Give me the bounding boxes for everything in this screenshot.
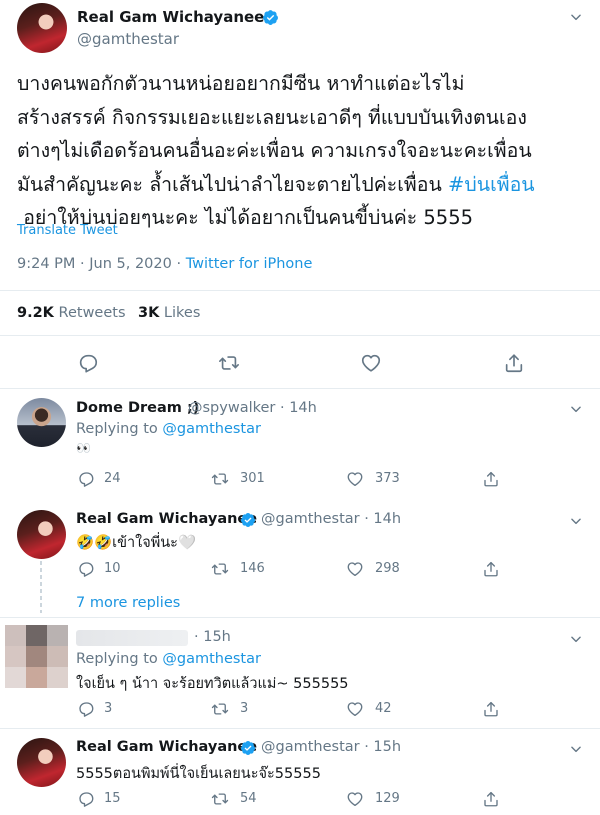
blurred-author-name (76, 630, 188, 646)
reply-text: ใจเย็น ๆ น้าา จะร้อยทวิตแล้วแม่~ 555555 (76, 676, 349, 692)
reply-author-handle[interactable]: @gamthestar · 15h (261, 739, 401, 755)
thread-connector (40, 561, 42, 613)
retweet-icon[interactable] (218, 352, 240, 374)
reply-count: 15 (104, 791, 121, 806)
share-icon[interactable] (482, 790, 500, 808)
like-count: 42 (375, 701, 392, 716)
like-count: 129 (375, 791, 400, 806)
show-more-replies-link[interactable]: 7 more replies (76, 595, 180, 611)
reply-author-name[interactable]: Real Gam Wichayanee (76, 739, 257, 755)
replying-to-prefix: Replying to (76, 421, 163, 437)
likes-stat[interactable]: 3K Likes (138, 305, 200, 321)
retweet-count: 301 (240, 471, 265, 486)
reply-icon[interactable] (77, 352, 99, 374)
author-avatar[interactable] (17, 3, 67, 53)
reply-text: 🤣🤣เข้าใจพี่นะ🤍 (76, 535, 197, 551)
reply-author-name[interactable]: Dome Dream ;) (76, 400, 199, 416)
retweet-icon[interactable] (211, 470, 229, 488)
tweet-stats: 9.2K Retweets 3K Likes (0, 290, 600, 336)
retweet-count: 3 (240, 701, 249, 716)
replying-to: Replying to @gamthestar (76, 421, 261, 437)
likes-label: Likes (159, 305, 201, 321)
tweet-meta: 9:24 PM · Jun 5, 2020 · Twitter for iPho… (17, 256, 312, 272)
share-icon[interactable] (482, 560, 500, 578)
tweet-source-link[interactable]: Twitter for iPhone (186, 256, 313, 272)
tweet-text-line: บางคนพอกักตัวนานหน่อยอยากมีซีน หาทำแต่อะ… (17, 72, 465, 95)
tweet-text: บางคนพอกักตัวนานหน่อยอยากมีซีน หาทำแต่อะ… (17, 67, 600, 235)
reply-count: 10 (104, 561, 121, 576)
heart-icon[interactable] (346, 470, 364, 488)
reply-count: 24 (104, 471, 121, 486)
share-icon[interactable] (482, 700, 500, 718)
reply-tweet[interactable]: Real Gam Wichayanee @gamthestar · 14h 🤣🤣… (0, 502, 600, 590)
likes-count: 3K (138, 305, 160, 321)
chevron-down-icon[interactable] (569, 402, 583, 416)
author-name[interactable]: Real Gam Wichayanee (77, 8, 264, 26)
hashtag-link[interactable]: #บ่นเพื่อน (448, 173, 535, 196)
tweet-text-segment: มันสำคัญนะคะ ล้ำเส้นไปน่าลำไยจะตายไปค่ะเ… (17, 172, 449, 196)
reply-avatar[interactable] (17, 398, 66, 447)
retweet-icon[interactable] (211, 560, 229, 578)
main-tweet: Real Gam Wichayanee @gamthestar บางคนพอก… (0, 0, 600, 389)
heart-icon[interactable] (346, 790, 364, 808)
translate-tweet-link[interactable]: Translate Tweet (17, 223, 118, 238)
like-count: 373 (375, 471, 400, 486)
reply-tweet[interactable]: Real Gam Wichayanee @gamthestar · 15h 55… (0, 728, 600, 815)
retweet-count: 54 (240, 791, 257, 806)
share-icon[interactable] (503, 352, 525, 374)
reply-text: 5555ตอนพิมพ์นี่ใจเย็นเลยนะจ๊ะ55555 (76, 766, 321, 782)
chevron-down-icon[interactable] (569, 10, 583, 24)
reply-text: 👀 (76, 441, 91, 455)
retweets-count: 9.2K (17, 305, 54, 321)
share-icon[interactable] (482, 470, 500, 488)
chevron-down-icon[interactable] (569, 514, 583, 528)
retweet-count: 146 (240, 561, 265, 576)
reply-icon[interactable] (77, 700, 95, 718)
reply-tweet[interactable]: Dome Dream ;) @spywalker · 14h Replying … (0, 389, 600, 502)
verified-badge-icon (262, 9, 279, 26)
chevron-down-icon[interactable] (569, 632, 583, 646)
tweet-timestamp[interactable]: 9:24 PM · Jun 5, 2020 · (17, 256, 186, 272)
replying-to-handle[interactable]: @gamthestar (162, 421, 261, 437)
verified-badge-icon (240, 740, 256, 756)
author-handle[interactable]: @gamthestar (77, 30, 179, 48)
reply-author-handle[interactable]: @spywalker · 14h (188, 400, 317, 416)
chevron-down-icon[interactable] (569, 742, 583, 756)
retweet-icon[interactable] (211, 790, 229, 808)
reply-author-name[interactable]: Real Gam Wichayanee (76, 511, 257, 527)
reply-icon[interactable] (77, 790, 95, 808)
reply-author-handle[interactable]: @gamthestar · 14h (261, 511, 401, 527)
reply-avatar[interactable] (17, 510, 66, 559)
heart-icon[interactable] (360, 352, 382, 374)
tweet-text-line: ต่างๆไม่เดือดร้อนคนอื่นอะค่ะเพื่อน ความเ… (17, 139, 532, 162)
replying-to-handle[interactable]: @gamthestar (162, 651, 261, 667)
retweets-stat[interactable]: 9.2K Retweets (17, 305, 126, 321)
verified-badge-icon (240, 512, 256, 528)
replying-to-prefix: Replying to (76, 651, 163, 667)
tweet-text-line: มันสำคัญนะคะ ล้ำเส้นไปน่าลำไยจะตายไปค่ะเ… (17, 168, 600, 202)
tweet-text-line: สร้างสรรค์ กิจกรรมเยอะแยะเลยนะเอาดีๆ ที่… (17, 105, 527, 129)
reply-icon[interactable] (77, 560, 95, 578)
retweet-icon[interactable] (211, 700, 229, 718)
replying-to: Replying to @gamthestar (76, 651, 261, 667)
reply-icon[interactable] (77, 470, 95, 488)
heart-icon[interactable] (346, 560, 364, 578)
reply-avatar[interactable] (17, 738, 66, 787)
retweets-label: Retweets (53, 305, 126, 321)
reply-count: 3 (104, 701, 113, 716)
heart-icon[interactable] (346, 700, 364, 718)
like-count: 298 (375, 561, 400, 576)
reply-author-handle[interactable]: · 15h (194, 629, 231, 645)
